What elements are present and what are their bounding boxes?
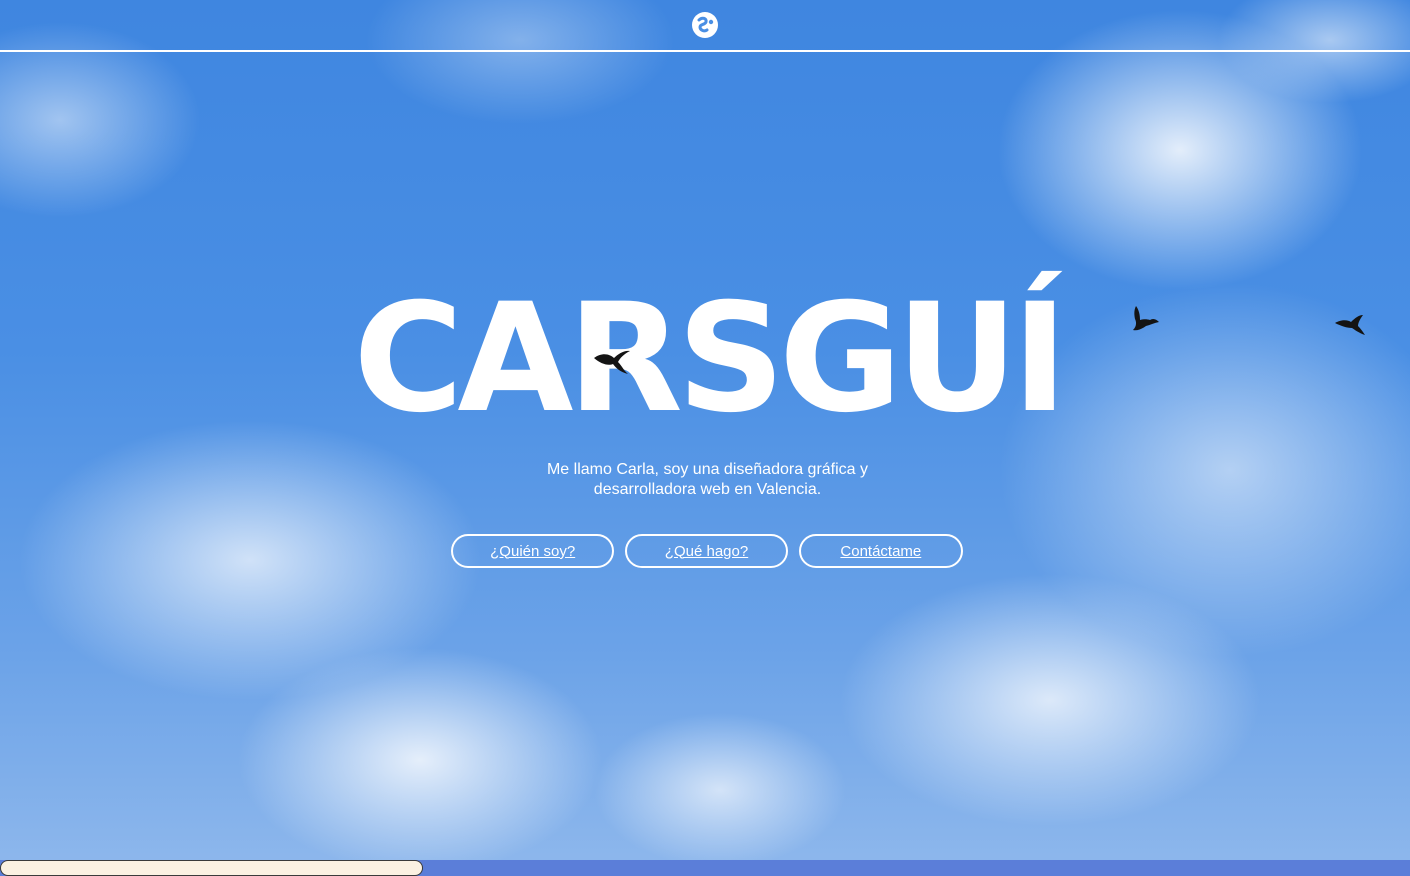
hero-buttons: ¿Quién soy? ¿Qué hago? Contáctame: [451, 534, 963, 568]
tagline-line-2: desarrolladora web en Valencia.: [593, 481, 822, 498]
hero-tagline: Me llamo Carla, soy una diseñadora gráfi…: [505, 460, 910, 500]
what-i-do-button[interactable]: ¿Qué hago?: [625, 534, 788, 568]
logo-link[interactable]: [691, 11, 719, 39]
scroll-progress-bar: [0, 860, 423, 876]
tagline-line-1: Me llamo Carla, soy una diseñadora gráfi…: [546, 461, 869, 478]
page: CARSGUÍ Me llamo Carla, soy una diseñado…: [0, 0, 1410, 876]
who-am-i-button[interactable]: ¿Quién soy?: [451, 534, 615, 568]
bird-icon: [594, 350, 630, 374]
bird-icon: [1335, 315, 1365, 335]
bird-icon: [1133, 306, 1159, 331]
globe-swirl-icon: [692, 12, 718, 38]
contact-button[interactable]: Contáctame: [798, 534, 963, 568]
hero-brand-title: CARSGUÍ: [353, 272, 1067, 446]
top-bar: [0, 0, 1410, 52]
